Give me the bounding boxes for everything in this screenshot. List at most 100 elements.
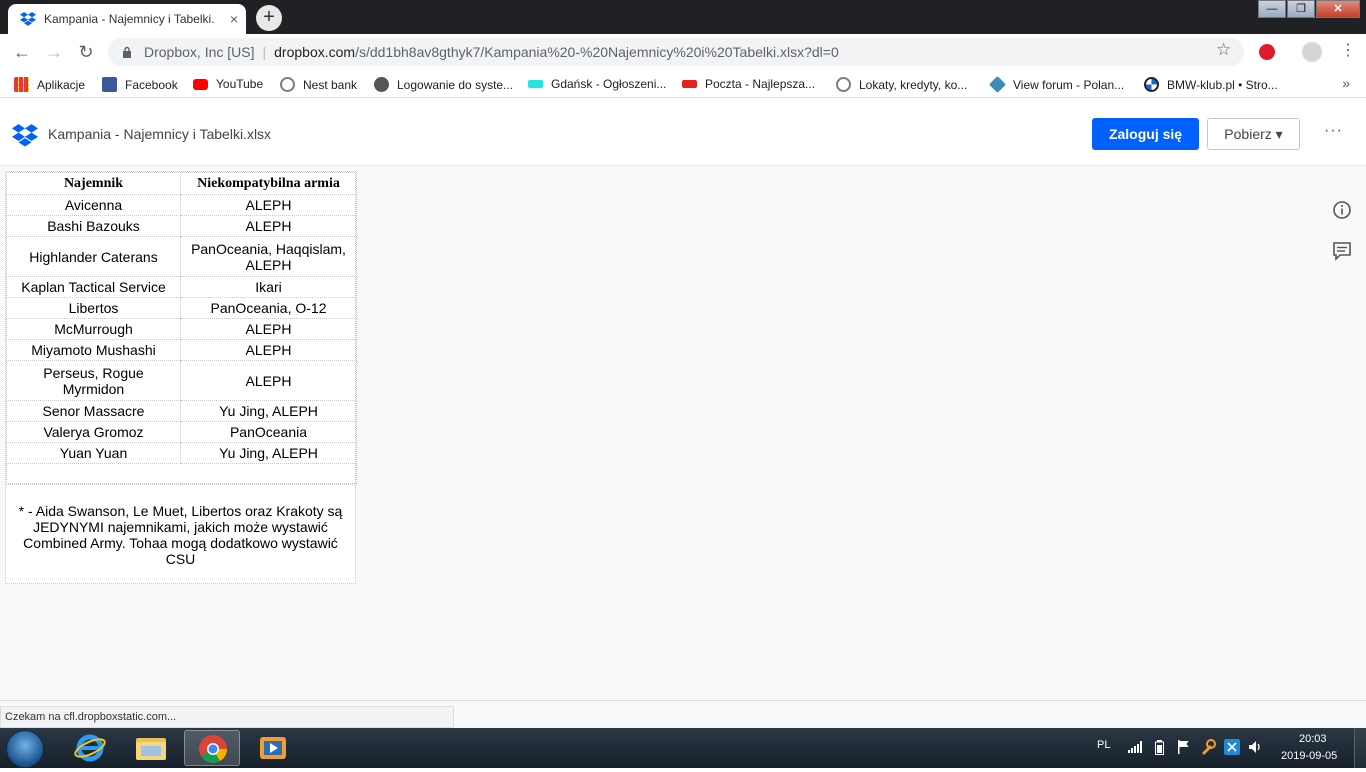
table-row: McMurrough ALEPH — [6, 318, 357, 340]
bookmark-facebook[interactable]: Facebook — [102, 77, 178, 92]
file-preview-area: Najemnik Niekompatybilna armia Avicenna … — [0, 166, 1366, 700]
table-row: Valerya Gromoz PanOceania — [6, 421, 357, 443]
dropbox-logo-icon[interactable] — [12, 124, 38, 147]
volume-icon[interactable] — [1249, 740, 1263, 754]
bookmark-label: Poczta - Najlepsza... — [705, 77, 816, 91]
signal-icon[interactable] — [1128, 741, 1142, 753]
video-icon — [260, 737, 286, 759]
tools-icon[interactable] — [1200, 739, 1216, 755]
browser-tab[interactable]: Kampania - Najemnicy i Tabelki.xlsx × — [8, 4, 246, 34]
wp-icon — [682, 80, 697, 88]
reload-icon[interactable]: ↻ — [74, 40, 98, 64]
loading-status: Czekam na cfl.dropboxstatic.com... — [0, 706, 454, 728]
bookmarks-overflow-icon[interactable]: » — [1342, 75, 1350, 91]
column-header: Niekompatybilna armia — [180, 172, 357, 195]
new-tab-button[interactable]: + — [256, 5, 282, 31]
opera-extension-icon[interactable] — [1259, 44, 1275, 60]
apps-grid-icon — [14, 77, 29, 92]
mercenary-cell: McMurrough — [6, 318, 181, 340]
bookmark-apps[interactable]: Aplikacje — [14, 77, 85, 92]
media-player-icon[interactable] — [245, 730, 301, 766]
mercenary-cell: Avicenna — [6, 194, 181, 216]
address-bar[interactable]: Dropbox, Inc [US] | dropbox.com /s/dd1bh… — [108, 38, 1244, 66]
mercenary-cell: Yuan Yuan — [6, 442, 181, 464]
table-row: Libertos PanOceania, O-12 — [6, 297, 357, 319]
login-button[interactable]: Zaloguj się — [1092, 118, 1199, 150]
tab-close-icon[interactable]: × — [230, 11, 238, 27]
internet-explorer-icon[interactable] — [62, 730, 118, 766]
bookmark-label: Logowanie do syste... — [397, 77, 514, 92]
mercenary-cell: Bashi Bazouks — [6, 215, 181, 237]
table-header-row: Najemnik Niekompatybilna armia — [6, 172, 357, 195]
bookmark-lokaty[interactable]: Lokaty, kredyty, ko... — [836, 77, 967, 92]
minimize-button[interactable]: — — [1258, 0, 1286, 18]
info-icon[interactable] — [1332, 200, 1352, 220]
bmw-icon — [1144, 77, 1159, 92]
bookmark-label: BMW-klub.pl • Stro... — [1167, 77, 1278, 92]
action-center-flag-icon[interactable] — [1177, 740, 1190, 754]
bookmark-youtube[interactable]: YouTube — [193, 77, 263, 91]
dropbox-header: Kampania - Najemnicy i Tabelki.xlsx Zalo… — [0, 102, 1366, 166]
column-header: Najemnik — [6, 172, 181, 195]
folder-icon — [136, 738, 166, 760]
comment-icon[interactable] — [1332, 241, 1352, 261]
army-cell: ALEPH — [180, 194, 357, 216]
table-row: Avicenna ALEPH — [6, 194, 357, 216]
lock-icon — [123, 46, 131, 58]
browser-toolbar: ← → ↻ Dropbox, Inc [US] | dropbox.com /s… — [0, 34, 1366, 70]
table-row: Bashi Bazouks ALEPH — [6, 215, 357, 237]
bookmarks-bar: Aplikacje Facebook YouTube Nest bank Log… — [0, 70, 1366, 98]
profile-avatar[interactable] — [1302, 42, 1322, 62]
bookmark-olx[interactable]: Gdańsk - Ogłoszeni... — [528, 77, 666, 91]
army-cell: Yu Jing, ALEPH — [180, 442, 357, 464]
table-row: Yuan Yuan Yu Jing, ALEPH — [6, 442, 357, 464]
chrome-taskbar-icon[interactable] — [184, 730, 240, 766]
forward-arrow-icon[interactable]: → — [42, 40, 66, 64]
nest-bank-icon — [280, 77, 295, 92]
bookmark-label: Gdańsk - Ogłoszeni... — [551, 77, 667, 91]
army-cell: PanOceania, O-12 — [180, 297, 357, 319]
empty-cell — [6, 463, 357, 484]
empty-row — [6, 463, 357, 484]
bookmark-nest-bank[interactable]: Nest bank — [280, 77, 357, 92]
mercenary-cell: Senor Massacre — [6, 400, 181, 422]
more-options-button[interactable]: ··· — [1324, 122, 1343, 140]
bookmark-logowanie[interactable]: Logowanie do syste... — [374, 77, 513, 92]
network-status-icon[interactable] — [1224, 739, 1240, 755]
back-arrow-icon[interactable]: ← — [10, 40, 34, 64]
table-row: Highlander Caterans PanOceania, Haqqisla… — [6, 236, 357, 277]
download-button[interactable]: Pobierz ▾ — [1207, 118, 1300, 150]
army-cell: ALEPH — [180, 215, 357, 237]
clock-time[interactable]: 20:03 — [1299, 733, 1327, 745]
bookmark-label: Aplikacje — [37, 77, 86, 92]
army-cell: ALEPH — [180, 318, 357, 340]
globe-icon — [374, 77, 389, 92]
mercenary-cell: Kaplan Tactical Service — [6, 276, 181, 298]
bookmark-bmw[interactable]: BMW-klub.pl • Stro... — [1144, 77, 1278, 92]
file-name: Kampania - Najemnicy i Tabelki.xlsx — [48, 126, 272, 142]
bookmark-label: YouTube — [216, 77, 264, 91]
nest-bank-icon — [836, 77, 851, 92]
show-desktop-button[interactable] — [1354, 728, 1366, 768]
bookmark-wp[interactable]: Poczta - Najlepsza... — [682, 77, 815, 91]
url-host: dropbox.com — [274, 44, 356, 60]
browser-title-bar: Kampania - Najemnicy i Tabelki.xlsx × + … — [0, 0, 1366, 34]
maximize-button[interactable]: ❐ — [1287, 0, 1315, 18]
language-indicator[interactable]: PL — [1097, 739, 1110, 751]
bookmark-star-icon[interactable]: ☆ — [1216, 40, 1231, 60]
close-window-button[interactable]: ✕ — [1316, 0, 1360, 18]
ie-logo-icon — [74, 734, 106, 762]
start-button[interactable] — [6, 730, 44, 768]
olx-icon — [528, 80, 543, 88]
bookmark-label: Facebook — [125, 77, 178, 92]
clock-date[interactable]: 2019-09-05 — [1281, 750, 1337, 762]
bookmark-forum[interactable]: View forum - Polan... — [989, 76, 1124, 93]
dropbox-favicon-icon — [20, 12, 36, 26]
file-explorer-icon[interactable] — [123, 730, 179, 766]
windows-taskbar: PL 20:03 2019-09-05 — [0, 728, 1366, 768]
bookmark-label: Nest bank — [303, 77, 358, 92]
mercenary-cell: Valerya Gromoz — [6, 421, 181, 443]
bookmark-label: Lokaty, kredyty, ko... — [859, 77, 968, 92]
chrome-menu-icon[interactable]: ⋮ — [1340, 40, 1356, 60]
battery-icon[interactable] — [1155, 740, 1164, 755]
